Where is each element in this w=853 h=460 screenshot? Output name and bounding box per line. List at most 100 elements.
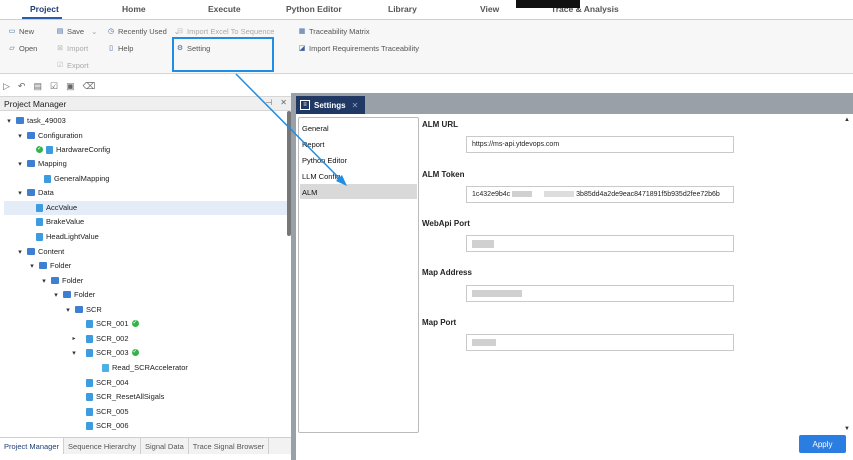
tree-node-headlight-value[interactable]: HeadLightValue bbox=[36, 230, 99, 243]
edit-icon[interactable]: ☑ bbox=[50, 81, 58, 92]
tree-node-scr-006[interactable]: SCR_006 bbox=[86, 419, 129, 432]
expand-arrow-icon[interactable]: ▾ bbox=[5, 117, 13, 125]
menu-tab-library[interactable]: Library bbox=[388, 4, 417, 14]
tree-node-content[interactable]: ▾ Content bbox=[16, 245, 64, 258]
open-button[interactable]: ▱ Open bbox=[8, 44, 37, 53]
check-icon: ✓ bbox=[131, 320, 139, 327]
nav-item-python-editor[interactable]: Python Editor bbox=[300, 152, 417, 167]
tree-node-mapping[interactable]: ▾ Mapping bbox=[16, 157, 67, 170]
expand-arrow-icon[interactable]: ▾ bbox=[16, 189, 24, 197]
menu-tab-execute[interactable]: Execute bbox=[208, 4, 241, 14]
folder-icon bbox=[27, 132, 35, 139]
webapi-port-input[interactable] bbox=[466, 235, 734, 252]
export-button[interactable]: ☑ Export bbox=[56, 61, 89, 70]
expand-arrow-icon[interactable]: ▾ bbox=[16, 132, 24, 140]
nav-item-llm-config[interactable]: LLM Config bbox=[300, 168, 417, 183]
expand-arrow-icon[interactable]: ▾ bbox=[16, 160, 24, 168]
settings-scrollbar[interactable]: ▲ ▼ bbox=[843, 117, 851, 432]
blurred-text bbox=[472, 339, 496, 346]
alm-token-input[interactable]: 1c432e9b4c 3b85dd4a2de9eac8471891f5b935d2… bbox=[466, 186, 734, 203]
settings-icon: ≡ bbox=[300, 100, 310, 110]
hardware-icon bbox=[46, 145, 53, 154]
scroll-up-icon[interactable]: ▲ bbox=[843, 117, 851, 123]
pin-icon[interactable]: ⊣ bbox=[265, 98, 272, 107]
close-icon[interactable]: ✕ bbox=[352, 101, 359, 110]
copy-icon[interactable]: ▣ bbox=[66, 81, 75, 92]
clear-icon[interactable]: ⌫ bbox=[83, 81, 96, 92]
tree-node-configuration[interactable]: ▾ Configuration bbox=[16, 129, 82, 142]
save-all-icon[interactable]: ▤ bbox=[33, 81, 42, 92]
pointer-icon[interactable]: ▷ bbox=[3, 81, 10, 92]
save-icon: ▤ bbox=[56, 27, 64, 35]
sequence-icon bbox=[86, 348, 93, 357]
expand-arrow-icon[interactable]: ▾ bbox=[28, 262, 36, 270]
blurred-text bbox=[472, 240, 494, 248]
script-icon bbox=[102, 363, 109, 372]
folder-icon bbox=[39, 262, 47, 269]
close-icon[interactable]: ✕ bbox=[280, 98, 287, 107]
folder-icon bbox=[51, 277, 59, 284]
menu-tab-home[interactable]: Home bbox=[122, 4, 146, 14]
alm-url-input[interactable]: https://ms-api.ytdevops.com bbox=[466, 136, 734, 153]
collapsed-arrow-icon[interactable]: ▸ bbox=[70, 335, 78, 342]
tree-node-scr-004[interactable]: SCR_004 bbox=[86, 376, 129, 389]
folder-icon bbox=[27, 248, 35, 255]
scroll-down-icon[interactable]: ▼ bbox=[843, 426, 851, 432]
tree-node-folder-1[interactable]: ▾ Folder bbox=[28, 259, 71, 272]
import-excel-button[interactable]: ⊟ Import Excel To Sequence bbox=[176, 27, 274, 36]
expand-arrow-icon[interactable]: ▾ bbox=[64, 306, 72, 314]
nav-item-alm[interactable]: ALM bbox=[300, 184, 417, 199]
tree-node-brake-value[interactable]: BrakeValue bbox=[36, 215, 84, 228]
tree-node-scr-reset[interactable]: SCR_ResetAllSigals bbox=[86, 390, 164, 403]
project-tree: ▾ task_49003 ▾ Configuration ✓ HardwareConf… bbox=[0, 111, 287, 436]
new-file-icon: ▭ bbox=[8, 27, 16, 35]
tree-node-hardware-config[interactable]: ✓ HardwareConfig bbox=[36, 143, 110, 156]
tree-node-folder-3[interactable]: ▾ Folder bbox=[52, 288, 95, 301]
project-manager-header: Project Manager ⊣ ✕ bbox=[0, 96, 291, 111]
tree-node-scr-003[interactable]: ▾ SCR_003 ✓ bbox=[70, 346, 139, 359]
nav-item-report[interactable]: Report bbox=[300, 136, 417, 151]
folder-icon bbox=[63, 291, 71, 298]
quick-access-toolbar: ▷ ↶ ▤ ☑ ▣ ⌫ bbox=[0, 79, 290, 93]
expand-arrow-icon[interactable]: ▾ bbox=[16, 248, 24, 256]
tree-node-scr-002[interactable]: ▸ SCR_002 bbox=[70, 332, 128, 345]
map-address-input[interactable] bbox=[466, 285, 734, 302]
traceability-matrix-button[interactable]: ▦ Traceability Matrix bbox=[298, 27, 370, 36]
import-requirements-button[interactable]: ◪ Import Requirements Traceability bbox=[298, 44, 419, 53]
import-button[interactable]: ⊠ Import bbox=[56, 44, 88, 53]
open-folder-icon: ▱ bbox=[9, 44, 15, 52]
menu-bar: Project Home Execute Python Editor Libra… bbox=[0, 0, 853, 20]
tree-node-data[interactable]: ▾ Data bbox=[16, 186, 54, 199]
save-button[interactable]: ▤ Save ⌄ bbox=[56, 27, 98, 36]
map-address-label: Map Address bbox=[422, 268, 472, 277]
apply-button[interactable]: Apply bbox=[799, 435, 846, 453]
tree-node-task[interactable]: ▾ task_49003 bbox=[5, 114, 66, 127]
tree-node-scr-001[interactable]: SCR_001 ✓ bbox=[86, 317, 139, 330]
menu-tab-python-editor[interactable]: Python Editor bbox=[286, 4, 342, 14]
undo-icon[interactable]: ↶ bbox=[18, 81, 26, 92]
tree-node-folder-2[interactable]: ▾ Folder bbox=[40, 274, 83, 287]
project-manager-title: Project Manager bbox=[4, 99, 67, 109]
expand-arrow-icon[interactable]: ▾ bbox=[40, 277, 48, 285]
tree-node-read-scr[interactable]: Read_SCRAccelerator bbox=[102, 361, 188, 374]
map-port-input[interactable] bbox=[466, 334, 734, 351]
help-button[interactable]: ▯ Help bbox=[107, 44, 133, 53]
matrix-icon: ▦ bbox=[298, 27, 306, 35]
tab-sequence-hierarchy[interactable]: Sequence Hierarchy bbox=[64, 438, 141, 454]
menu-tab-project[interactable]: Project bbox=[30, 4, 59, 14]
tab-project-manager[interactable]: Project Manager bbox=[0, 438, 65, 454]
tree-node-scr-005[interactable]: SCR_005 bbox=[86, 405, 129, 418]
new-button[interactable]: ▭ New bbox=[8, 27, 34, 36]
data-icon bbox=[36, 203, 43, 212]
tree-node-acc-value[interactable]: AccValue bbox=[36, 201, 77, 214]
settings-tab[interactable]: ≡ Settings ✕ bbox=[296, 96, 365, 114]
recently-used-button[interactable]: ◷ Recently Used ⌄ bbox=[107, 27, 180, 36]
nav-item-general[interactable]: General bbox=[300, 120, 417, 135]
tab-trace-signal-browser[interactable]: Trace Signal Browser bbox=[189, 438, 270, 454]
expand-arrow-icon[interactable]: ▾ bbox=[52, 291, 60, 299]
tree-node-scr[interactable]: ▾ SCR bbox=[64, 303, 102, 316]
tab-signal-data[interactable]: Signal Data bbox=[141, 438, 189, 454]
tree-node-general-mapping[interactable]: GeneralMapping bbox=[44, 172, 109, 185]
expand-arrow-icon[interactable]: ▾ bbox=[70, 349, 78, 357]
menu-tab-view[interactable]: View bbox=[480, 4, 499, 14]
